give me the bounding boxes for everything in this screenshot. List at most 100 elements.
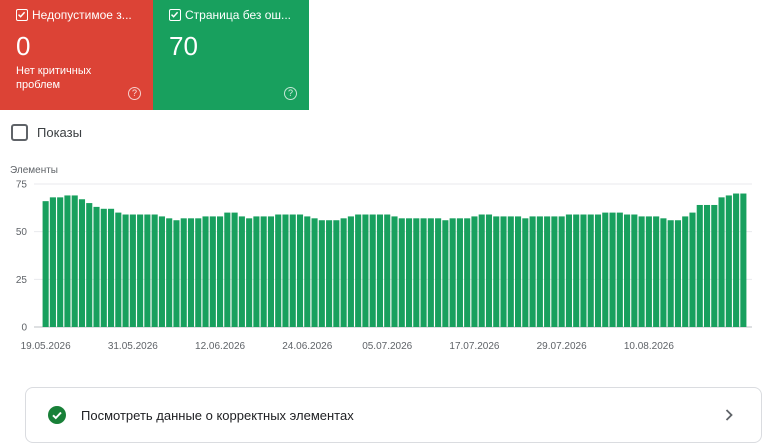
bar[interactable] <box>442 220 449 327</box>
chevron-right-icon[interactable] <box>723 407 735 423</box>
bar[interactable] <box>565 214 572 327</box>
bar[interactable] <box>638 216 645 327</box>
bar[interactable] <box>246 218 253 327</box>
bar[interactable] <box>333 220 340 327</box>
bar[interactable] <box>624 214 631 327</box>
bar[interactable] <box>151 214 158 327</box>
bar[interactable] <box>398 218 405 327</box>
bar[interactable] <box>435 218 442 327</box>
help-icon[interactable]: ? <box>284 87 297 100</box>
bar[interactable] <box>355 214 362 327</box>
bar[interactable] <box>674 220 682 327</box>
bar[interactable] <box>144 214 151 327</box>
bar[interactable] <box>515 216 522 327</box>
bar[interactable] <box>187 218 195 327</box>
bar[interactable] <box>522 218 529 327</box>
impressions-toggle[interactable]: Показы <box>11 124 82 141</box>
bar[interactable] <box>376 214 384 327</box>
bar[interactable] <box>86 203 93 327</box>
bar[interactable] <box>137 214 144 327</box>
bar[interactable] <box>202 216 209 327</box>
bar[interactable] <box>158 216 165 327</box>
bar[interactable] <box>57 197 64 327</box>
bar[interactable] <box>311 218 318 327</box>
help-icon[interactable]: ? <box>128 87 141 100</box>
checkbox-checked-icon[interactable] <box>169 9 181 21</box>
bar[interactable] <box>449 218 456 327</box>
bar[interactable] <box>616 212 623 327</box>
bar[interactable] <box>580 214 587 327</box>
bar[interactable] <box>238 216 245 327</box>
bar[interactable] <box>405 218 413 327</box>
bar[interactable] <box>682 216 689 327</box>
bar[interactable] <box>369 214 376 327</box>
bar[interactable] <box>231 212 238 327</box>
bar[interactable] <box>500 216 507 327</box>
bar[interactable] <box>362 214 369 327</box>
bar[interactable] <box>304 216 311 327</box>
bar[interactable] <box>49 197 56 327</box>
bar[interactable] <box>609 212 616 327</box>
bar[interactable] <box>78 199 86 327</box>
bar[interactable] <box>478 214 485 327</box>
bar[interactable] <box>289 214 296 327</box>
bar[interactable] <box>100 208 107 327</box>
valid-items-link[interactable]: Посмотреть данные о корректных элементах <box>25 387 762 443</box>
valid-card[interactable]: Страница без ош... 70 ? <box>153 0 309 110</box>
bar[interactable] <box>485 214 493 327</box>
bar[interactable] <box>703 204 711 327</box>
bar[interactable] <box>427 218 434 327</box>
bar[interactable] <box>493 216 500 327</box>
bar[interactable] <box>347 216 354 327</box>
bar[interactable] <box>733 193 740 327</box>
bar[interactable] <box>129 214 136 327</box>
bar[interactable] <box>384 214 391 327</box>
bar[interactable] <box>71 195 78 327</box>
bar[interactable] <box>696 204 703 327</box>
bar[interactable] <box>296 214 304 327</box>
bar[interactable] <box>282 214 289 327</box>
bar[interactable] <box>529 216 536 327</box>
bar[interactable] <box>631 214 638 327</box>
bar[interactable] <box>413 218 420 327</box>
bar[interactable] <box>689 212 696 327</box>
bar[interactable] <box>551 216 558 327</box>
bar[interactable] <box>107 208 115 327</box>
bar[interactable] <box>660 218 667 327</box>
bar[interactable] <box>173 220 180 327</box>
bar[interactable] <box>667 220 674 327</box>
bar[interactable] <box>645 216 652 327</box>
bar[interactable] <box>587 214 594 327</box>
bar[interactable] <box>602 212 609 327</box>
bar[interactable] <box>653 216 660 327</box>
bar[interactable] <box>340 218 347 327</box>
bar[interactable] <box>180 218 187 327</box>
bar[interactable] <box>740 193 747 327</box>
bar[interactable] <box>166 218 173 327</box>
bar[interactable] <box>253 216 260 327</box>
bar[interactable] <box>711 204 718 327</box>
bar[interactable] <box>115 212 122 327</box>
bar[interactable] <box>391 216 398 327</box>
bar[interactable] <box>64 195 71 327</box>
bar[interactable] <box>420 218 427 327</box>
bar[interactable] <box>224 212 231 327</box>
bar[interactable] <box>318 220 325 327</box>
bar[interactable] <box>718 197 725 327</box>
bar[interactable] <box>464 218 471 327</box>
bar[interactable] <box>275 214 282 327</box>
bar[interactable] <box>209 216 216 327</box>
bar[interactable] <box>544 216 551 327</box>
bar[interactable] <box>195 218 202 327</box>
bar[interactable] <box>456 218 463 327</box>
bar[interactable] <box>93 206 100 327</box>
invalid-card[interactable]: Недопустимое з... 0 Нет критичных пробле… <box>0 0 153 110</box>
bar[interactable] <box>42 201 49 327</box>
bar[interactable] <box>260 216 267 327</box>
bar[interactable] <box>267 216 274 327</box>
bar[interactable] <box>507 216 514 327</box>
bar[interactable] <box>573 214 580 327</box>
bar[interactable] <box>558 216 565 327</box>
bar[interactable] <box>471 216 478 327</box>
bar[interactable] <box>326 220 333 327</box>
